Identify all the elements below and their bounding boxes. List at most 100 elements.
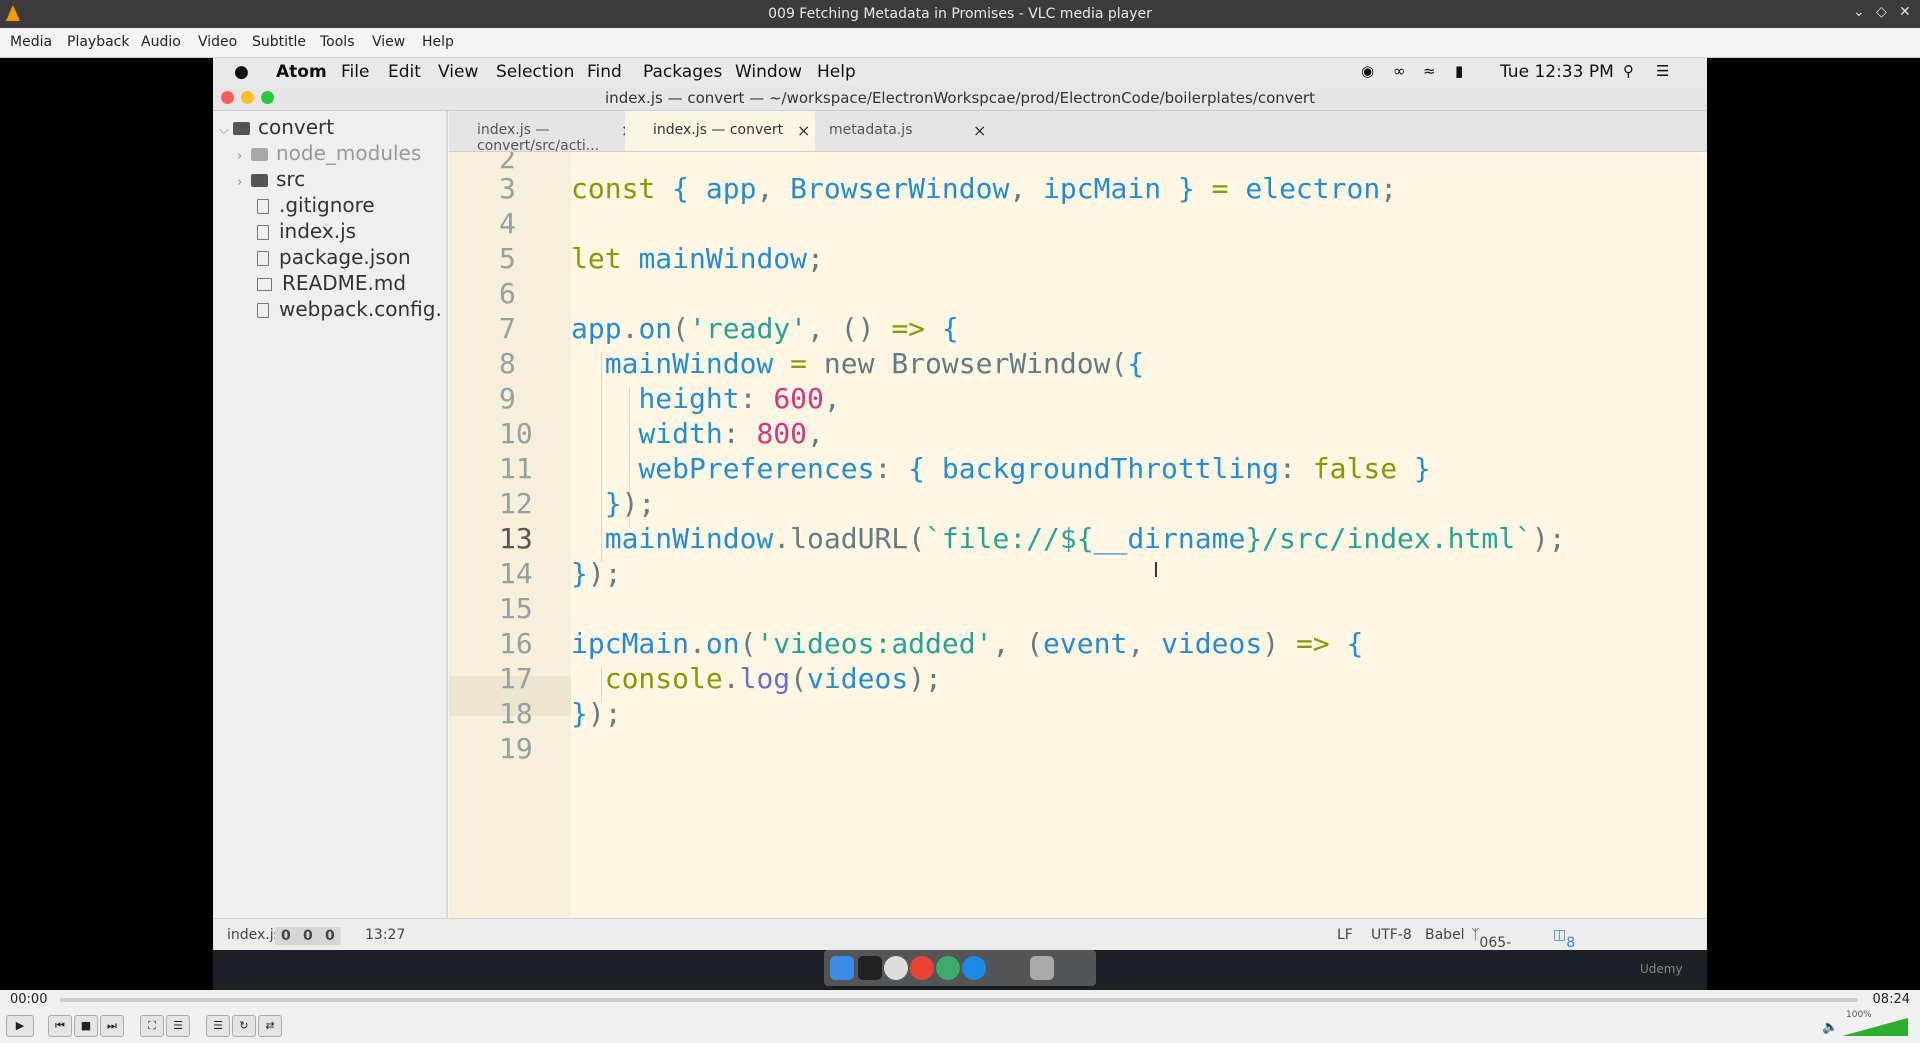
line-number: 8: [499, 347, 516, 380]
menu-audio[interactable]: Audio: [141, 34, 181, 50]
code-line-8: mainWindow = new BrowserWindow({: [604, 347, 1145, 380]
code-line-16: ipcMain.on('videos:added', (event, video…: [571, 627, 1364, 660]
code-line-13: mainWindow.loadURL(`file://${__dirname}/…: [604, 522, 1566, 555]
file-icon: [257, 199, 269, 214]
menu-playback[interactable]: Playback: [67, 34, 129, 50]
tab-close-icon[interactable]: ×: [973, 121, 986, 140]
folder-icon: [233, 122, 250, 135]
code-line-12: });: [604, 487, 656, 520]
playlist-icon[interactable]: ☰: [206, 1015, 230, 1037]
line-number: 15: [499, 592, 533, 625]
next-icon[interactable]: ⏭: [100, 1015, 124, 1037]
line-number: 19: [499, 732, 533, 765]
status-line-ending[interactable]: LF: [1337, 927, 1353, 943]
line-number: 12: [499, 487, 533, 520]
menu-help[interactable]: Help: [422, 34, 454, 50]
loop-icon[interactable]: ↻: [232, 1015, 256, 1037]
speaker-icon[interactable]: 🔈: [1822, 1020, 1838, 1035]
line-number: 14: [499, 557, 533, 590]
minimize-icon[interactable]: ⌄: [1853, 4, 1865, 20]
status-updates[interactable]: ◫ 8 updates: [1553, 927, 1623, 967]
mac-menu-bar: ● Atom File Edit View Selection Find Pac…: [213, 58, 1707, 86]
apple-icon: ●: [234, 62, 249, 82]
menu-video[interactable]: Video: [198, 34, 237, 50]
play-icon[interactable]: ▶: [6, 1015, 34, 1037]
mac-menu-selection: Selection: [496, 62, 575, 82]
spotlight-icon: ⚲: [1623, 62, 1634, 80]
volume-slider[interactable]: [1842, 1018, 1908, 1036]
tab-index-js[interactable]: index.js — convert ×: [625, 111, 815, 151]
restore-icon[interactable]: ◇: [1876, 4, 1887, 20]
extended-settings-icon[interactable]: ☰: [166, 1015, 190, 1037]
line-number: 13: [499, 522, 533, 555]
tab-bar: index.js — convert/src/acti... × index.j…: [449, 111, 1707, 154]
status-count-info[interactable]: 0: [319, 927, 341, 945]
status-bar: index.js 0 0 0 13:27 LF UTF-8 Babel ᛉ 06…: [213, 918, 1707, 967]
udemy-watermark: Udemy: [1640, 962, 1683, 976]
seek-slider[interactable]: [60, 998, 1858, 1002]
code-editor[interactable]: 2 3 4 5 6 7 8 9 10 11 12 13 14 15 16 17 …: [449, 152, 1707, 918]
line-number-gutter: 2 3 4 5 6 7 8 9 10 11 12 13 14 15 16 17 …: [449, 152, 571, 918]
app-name: Atom: [276, 62, 327, 82]
previous-icon[interactable]: ⏮: [48, 1015, 72, 1037]
tree-item-node-modules[interactable]: › node_modules: [237, 141, 421, 169]
chevron-right-icon: ›: [237, 149, 243, 164]
record-icon: ◉: [1361, 62, 1375, 80]
status-file[interactable]: index.js: [227, 927, 281, 943]
tree-item-package-json[interactable]: package.json: [257, 245, 411, 273]
close-icon[interactable]: ✕: [1899, 4, 1911, 20]
atom-window-title: index.js — convert — ~/workspace/Electro…: [605, 89, 1315, 107]
time-elapsed: 00:00: [10, 992, 48, 1007]
folder-icon: [251, 174, 268, 187]
tree-root[interactable]: ⌵ convert: [219, 115, 334, 143]
fullscreen-icon[interactable]: ⛶: [140, 1015, 164, 1037]
tree-item-index-js[interactable]: index.js: [257, 219, 356, 247]
code-line-5: let mainWindow;: [571, 242, 824, 275]
code-line-7: app.on('ready', () => {: [571, 312, 959, 345]
file-icon: [257, 303, 269, 318]
tree-item-gitignore[interactable]: .gitignore: [257, 193, 375, 221]
shuffle-icon[interactable]: ⇄: [258, 1015, 282, 1037]
line-number: 17: [499, 662, 533, 695]
status-count-warnings[interactable]: 0: [297, 927, 319, 945]
code-line-14: });: [571, 557, 622, 590]
line-number: 9: [499, 382, 516, 415]
glasses-icon: ∞: [1393, 62, 1406, 80]
wifi-icon: ≈: [1423, 62, 1436, 80]
finder-icon: [830, 956, 854, 980]
tree-item-webpack-config[interactable]: webpack.config.: [257, 297, 442, 325]
code-line-17: console.log(videos);: [604, 662, 942, 695]
menu-media[interactable]: Media: [10, 34, 52, 50]
tree-item-readme[interactable]: README.md: [257, 271, 406, 299]
menu-tools[interactable]: Tools: [320, 34, 355, 50]
status-grammar[interactable]: Babel: [1425, 927, 1465, 943]
trash-icon: [1030, 956, 1054, 980]
documents-icon: [1002, 956, 1026, 980]
code-line-9: height: 600,: [638, 382, 841, 415]
stop-icon[interactable]: ■: [74, 1015, 98, 1037]
ibeam-cursor-icon: I: [1153, 558, 1159, 582]
file-icon: [257, 251, 269, 266]
mac-menu-file: File: [341, 62, 370, 82]
menu-subtitle[interactable]: Subtitle: [252, 34, 306, 50]
status-count-errors[interactable]: 0: [275, 927, 297, 945]
line-number: 3: [499, 172, 516, 205]
tab-actions-index[interactable]: index.js — convert/src/acti... ×: [449, 111, 639, 154]
file-icon: [257, 225, 269, 240]
line-number: 5: [499, 242, 516, 275]
code-line-18: });: [571, 697, 622, 730]
status-cursor-position[interactable]: 13:27: [365, 927, 405, 943]
status-branch[interactable]: ᛉ 065-metadata: [1471, 927, 1547, 967]
tree-item-src[interactable]: › src: [237, 167, 305, 195]
tree-view: ⌵ convert › node_modules › src .gitignore i…: [213, 111, 448, 918]
tab-metadata-js[interactable]: metadata.js ×: [801, 111, 991, 151]
chrome-icon: [910, 956, 934, 980]
folder-icon: [251, 148, 268, 161]
terminal-icon: [858, 956, 882, 980]
smiley-icon: [884, 956, 908, 980]
status-encoding[interactable]: UTF-8: [1371, 927, 1412, 943]
chevron-down-icon: ⌵: [219, 123, 229, 138]
book-icon: [257, 278, 272, 291]
line-number: 18: [499, 697, 533, 730]
menu-view[interactable]: View: [372, 34, 405, 50]
